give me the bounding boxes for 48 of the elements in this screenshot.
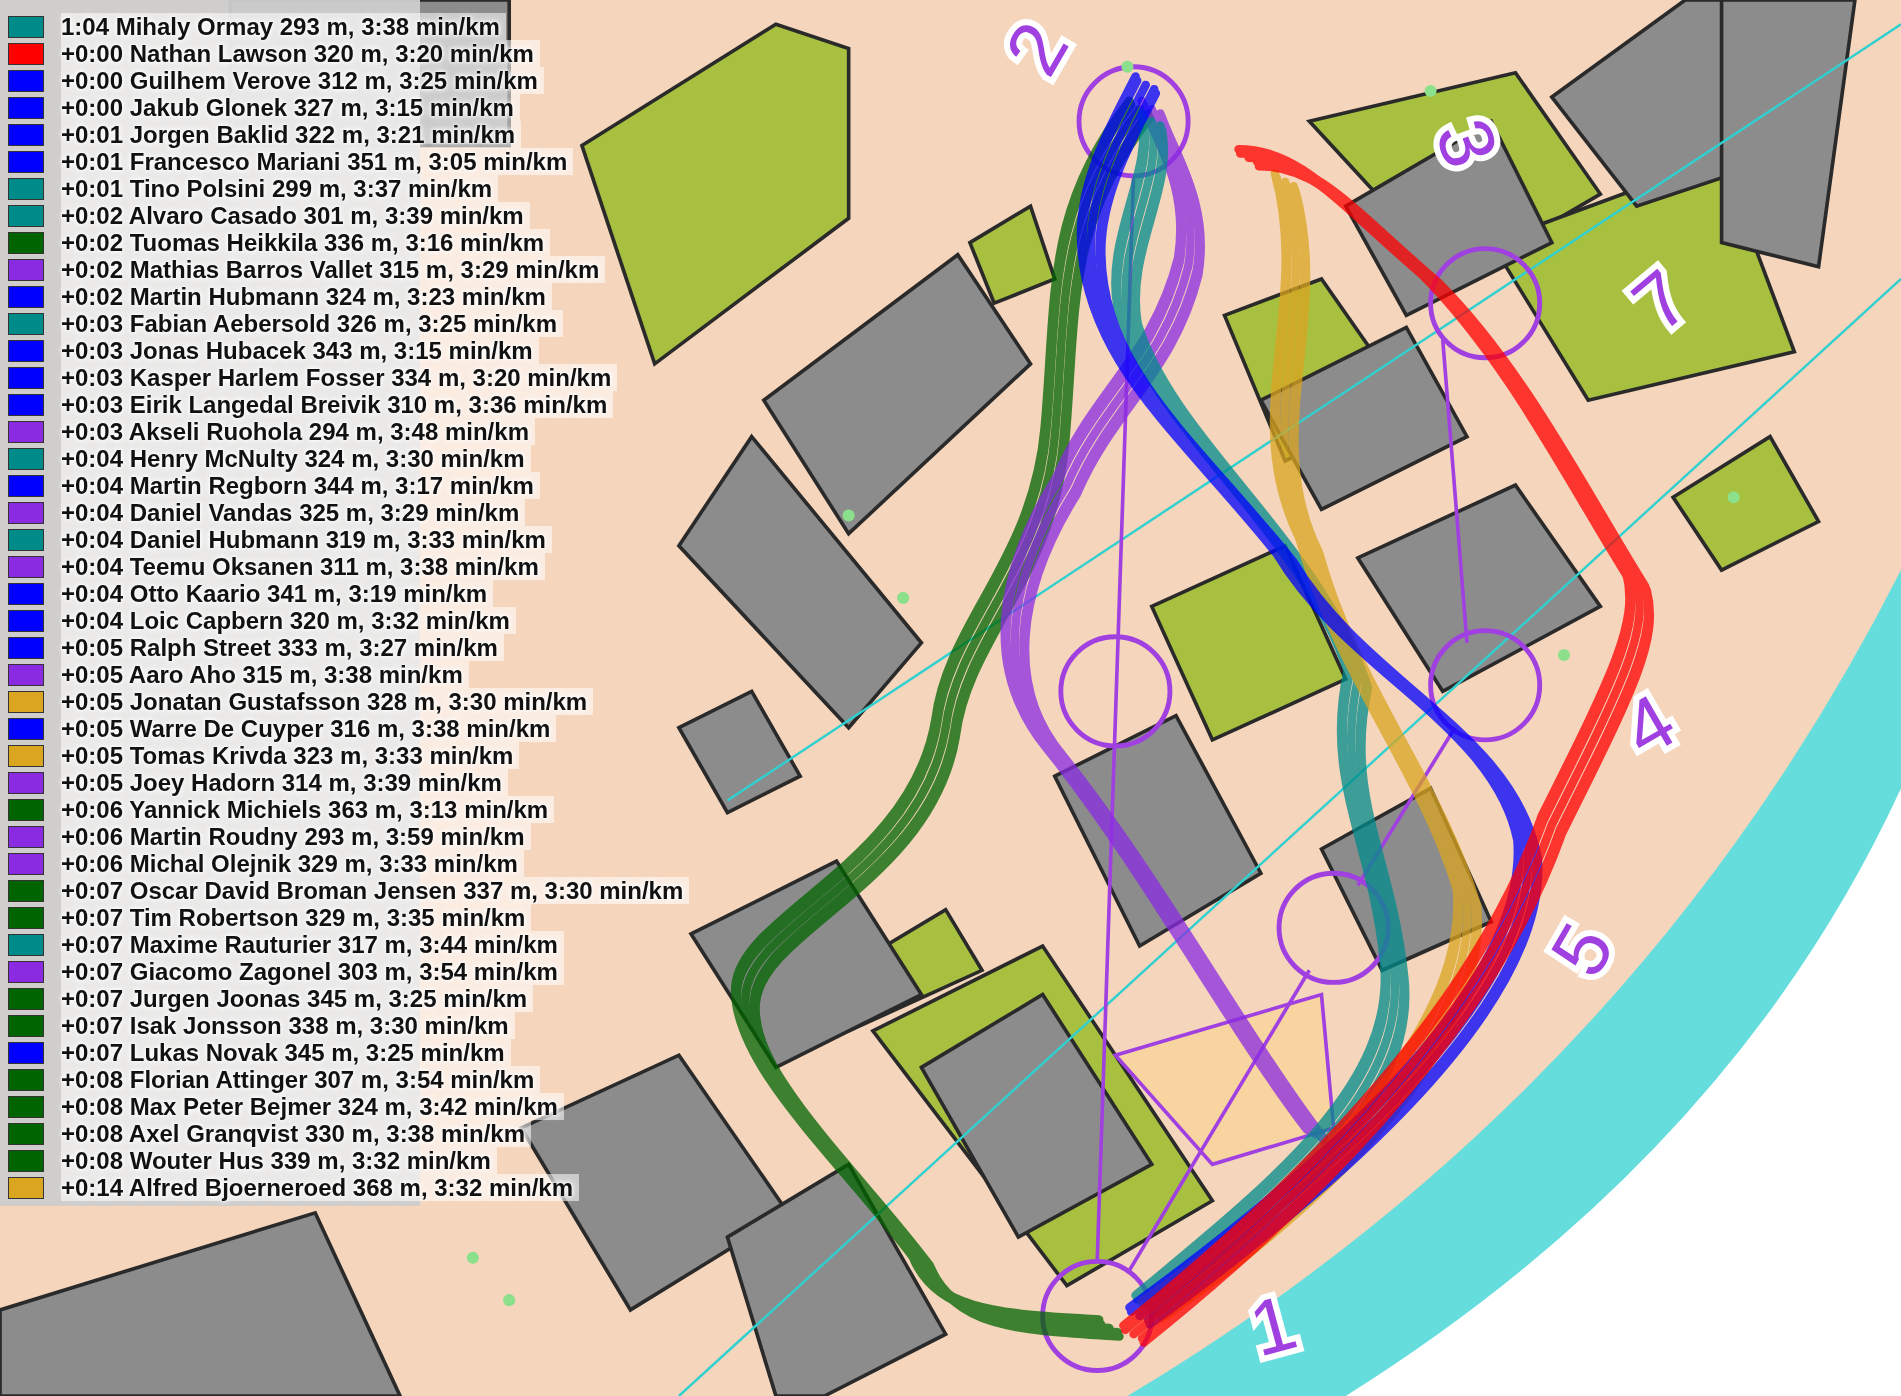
runner-result: +0:05 Jonatan Gustafsson 328 m, 3:30 min/km xyxy=(61,688,594,715)
runner-result: +0:14 Alfred Bjoerneroed 368 m, 3:32 min/km xyxy=(61,1174,579,1201)
runner-result: +0:05 Tomas Krivda 323 m, 3:33 min/km xyxy=(61,742,520,769)
runner-result: +0:06 Michal Olejnik 329 m, 3:33 min/km xyxy=(61,850,524,877)
runner-result: +0:04 Loic Capbern 320 m, 3:32 min/km xyxy=(61,607,516,634)
runner-result: +0:00 Nathan Lawson 320 m, 3:20 min/km xyxy=(61,40,540,67)
runner-result: +0:02 Mathias Barros Vallet 315 m, 3:29 min/km xyxy=(61,256,606,283)
runner-result: +0:07 Maxime Rauturier 317 m, 3:44 min/km xyxy=(61,931,564,958)
runner-result: +0:03 Eirik Langedal Breivik 310 m, 3:36 min/km xyxy=(61,391,614,418)
runner-result: +0:05 Warre De Cuyper 316 m, 3:38 min/km xyxy=(61,715,557,742)
runner-result: +0:01 Francesco Mariani 351 m, 3:05 min/km xyxy=(61,148,574,175)
runner-result: +0:07 Giacomo Zagonel 303 m, 3:54 min/km xyxy=(61,958,564,985)
runner-result: +0:07 Jurgen Joonas 345 m, 3:25 min/km xyxy=(61,985,534,1012)
runner-result: +0:04 Otto Kaario 341 m, 3:19 min/km xyxy=(61,580,494,607)
runner-result: +0:08 Wouter Hus 339 m, 3:32 min/km xyxy=(61,1147,497,1174)
runner-result: +0:00 Guilhem Verove 312 m, 3:25 min/km xyxy=(61,67,544,94)
runner-result: +0:03 Jonas Hubacek 343 m, 3:15 min/km xyxy=(61,337,539,364)
runner-result: +0:02 Martin Hubmann 324 m, 3:23 min/km xyxy=(61,283,552,310)
runner-result: +0:07 Tim Robertson 329 m, 3:35 min/km xyxy=(61,904,532,931)
runner-result: +0:02 Tuomas Heikkila 336 m, 3:16 min/km xyxy=(61,229,551,256)
runner-result: +0:02 Alvaro Casado 301 m, 3:39 min/km xyxy=(61,202,530,229)
runner-result: +0:07 Isak Jonsson 338 m, 3:30 min/km xyxy=(61,1012,515,1039)
runner-result: +0:07 Oscar David Broman Jensen 337 m, 3:30 min/km xyxy=(61,877,690,904)
runner-result: +0:01 Tino Polsini 299 m, 3:37 min/km xyxy=(61,175,499,202)
runner-result: +0:03 Akseli Ruohola 294 m, 3:48 min/km xyxy=(61,418,535,445)
control-number: 4 xyxy=(1608,676,1689,774)
runner-result: +0:08 Axel Granqvist 330 m, 3:38 min/km xyxy=(61,1120,531,1147)
runner-result: +0:05 Joey Hadorn 314 m, 3:39 min/km xyxy=(61,769,508,796)
runner-result: +0:05 Ralph Street 333 m, 3:27 min/km xyxy=(61,634,504,661)
runner-result: +0:08 Max Peter Bejmer 324 m, 3:42 min/km xyxy=(61,1093,564,1120)
control-number: 3 xyxy=(1419,108,1516,178)
control-number: 7 xyxy=(1616,253,1705,348)
runner-result: +0:04 Martin Regborn 344 m, 3:17 min/km xyxy=(61,472,540,499)
runner-result: +0:07 Lukas Novak 345 m, 3:25 min/km xyxy=(61,1039,511,1066)
runner-result: +0:04 Daniel Hubmann 319 m, 3:33 min/km xyxy=(61,526,552,553)
runner-result: +0:04 Daniel Vandas 325 m, 3:29 min/km xyxy=(61,499,526,526)
runner-result: +0:00 Jakub Glonek 327 m, 3:15 min/km xyxy=(61,94,520,121)
runner-result: +0:03 Fabian Aebersold 326 m, 3:25 min/km xyxy=(61,310,563,337)
runner-result: +0:03 Kasper Harlem Fosser 334 m, 3:20 min/km xyxy=(61,364,618,391)
runner-result: +0:06 Yannick Michiels 363 m, 3:13 min/km xyxy=(61,796,555,823)
runner-result: +0:05 Aaro Aho 315 m, 3:38 min/km xyxy=(61,661,469,688)
control-number: 1 xyxy=(1240,1278,1305,1373)
runner-result: +0:01 Jorgen Baklid 322 m, 3:21 min/km xyxy=(61,121,522,148)
control-number: 2 xyxy=(988,8,1085,89)
control-number: 5 xyxy=(1533,909,1630,990)
runner-result: +0:08 Florian Attinger 307 m, 3:54 min/km xyxy=(61,1066,541,1093)
runner-result: +0:04 Henry McNulty 324 m, 3:30 min/km xyxy=(61,445,531,472)
runner-result: +0:06 Martin Roudny 293 m, 3:59 min/km xyxy=(61,823,531,850)
